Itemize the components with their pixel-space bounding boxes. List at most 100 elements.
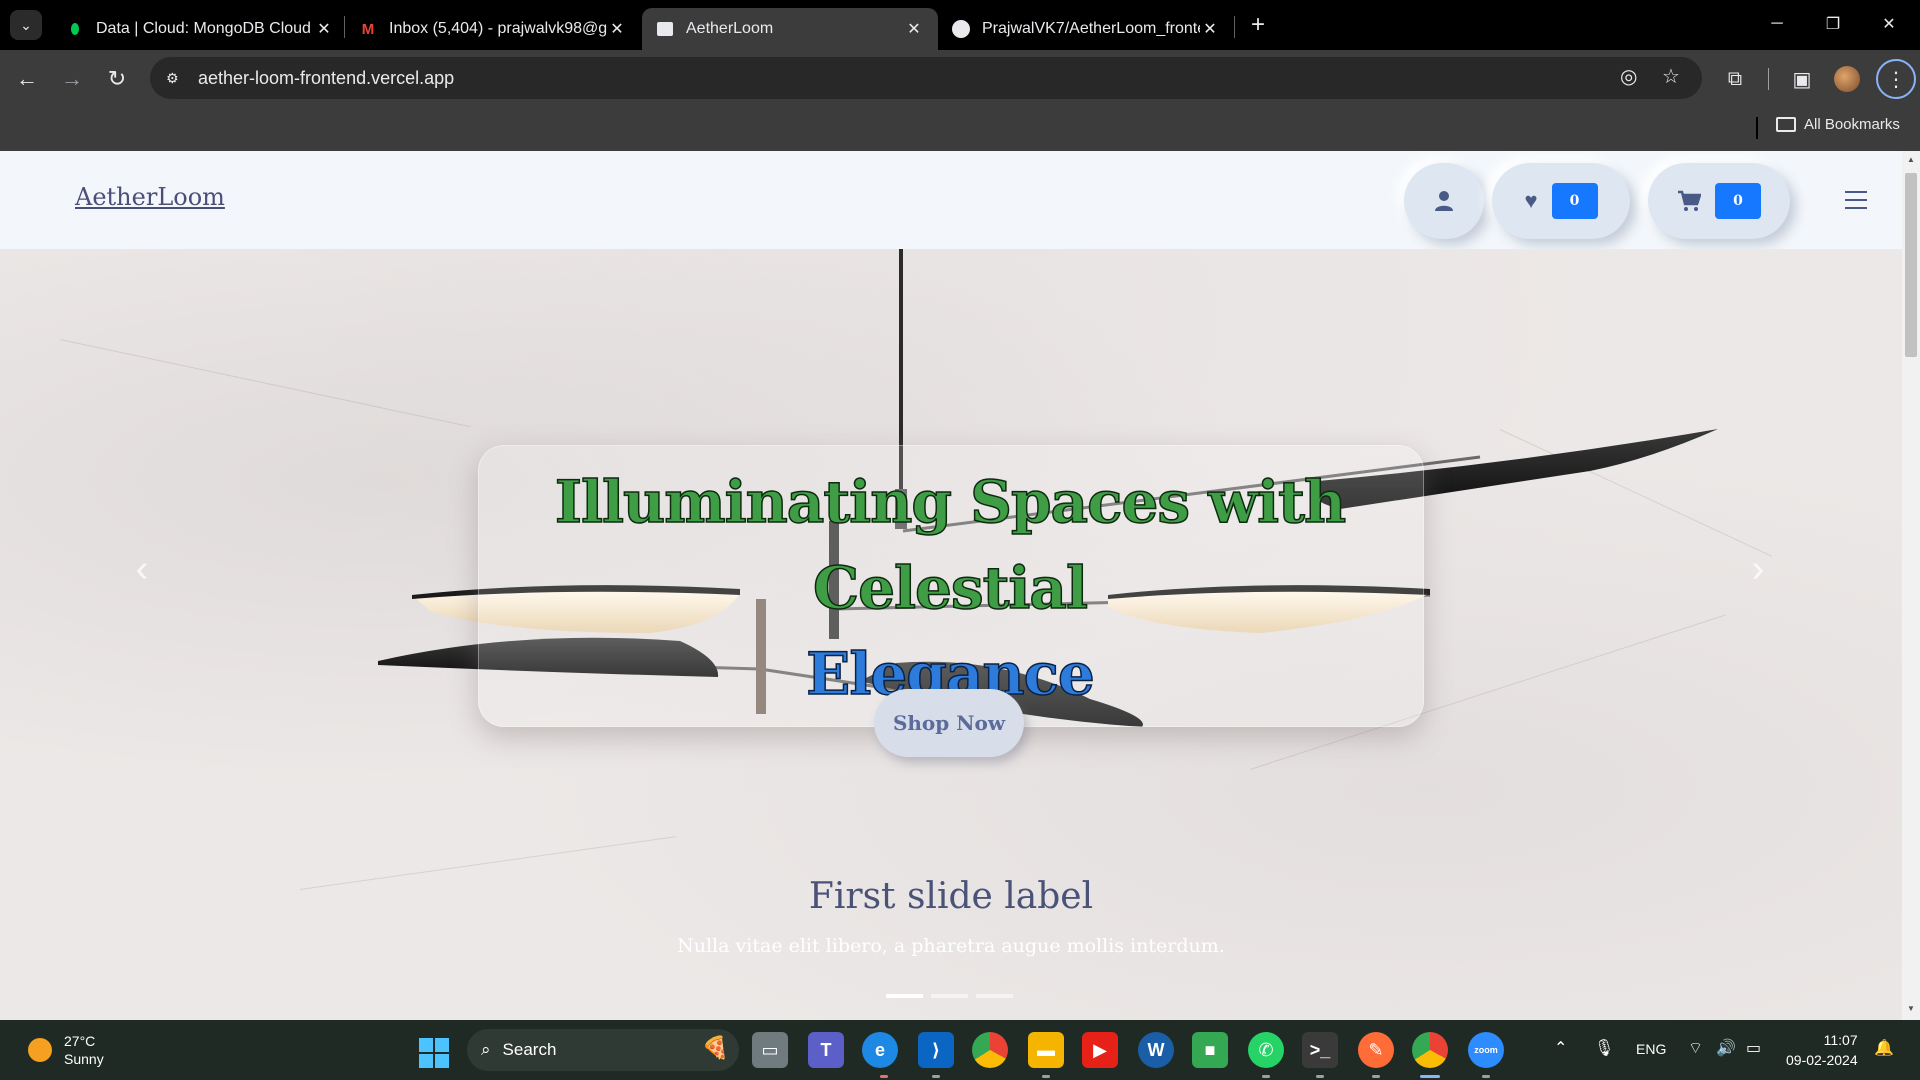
chevron-up-icon[interactable]: ⌃: [1554, 1038, 1567, 1058]
chevron-right-icon: ›: [1751, 547, 1765, 590]
vscode-icon[interactable]: ⟩: [918, 1032, 954, 1068]
eye-slash-icon[interactable]: ◎: [1620, 64, 1637, 89]
forward-button[interactable]: →: [54, 61, 90, 97]
close-icon[interactable]: ✕: [607, 19, 627, 39]
tab-divider: [1234, 16, 1235, 38]
postman-icon[interactable]: ✎: [1358, 1032, 1394, 1068]
carousel-indicators: [886, 994, 1013, 998]
microphone-icon[interactable]: 🎙: [1594, 1038, 1614, 1058]
windows-start-button[interactable]: [419, 1038, 449, 1068]
profile-avatar[interactable]: [1834, 66, 1860, 92]
clock-time: 11:07: [1823, 1032, 1858, 1048]
all-bookmarks-button[interactable]: All Bookmarks: [1776, 116, 1900, 133]
youtube-icon[interactable]: ▶: [1082, 1032, 1118, 1068]
page-scrollbar[interactable]: ▲ ▼: [1902, 151, 1920, 1020]
tab-github[interactable]: PrajwalVK7/AetherLoom_fronte ✕: [938, 8, 1234, 50]
carousel-indicator-3[interactable]: [976, 994, 1013, 998]
reload-icon: ↻: [107, 66, 127, 91]
back-button[interactable]: ←: [9, 61, 45, 97]
whatsapp-icon[interactable]: ✆: [1248, 1032, 1284, 1068]
slide-caption-title: First slide label: [808, 876, 1094, 917]
mongodb-leaf-icon: ⬮: [70, 20, 80, 38]
notification-bell-icon[interactable]: 🔔: [1874, 1038, 1894, 1058]
wifi-icon[interactable]: ⌔: [1688, 1038, 1703, 1058]
close-window-button[interactable]: ✕: [1866, 8, 1912, 40]
brand-logo-link[interactable]: AetherLoom: [75, 183, 225, 211]
tab-search-button[interactable]: ⌄: [10, 10, 42, 40]
language-indicator[interactable]: ENG: [1636, 1041, 1666, 1057]
taskbar-search[interactable]: ⌕ Search 🍕: [467, 1029, 739, 1071]
pizza-icon: 🍕: [701, 1035, 729, 1060]
minimize-icon: ─: [1771, 15, 1783, 32]
cart-count-badge: 0: [1715, 183, 1761, 219]
carousel-next-button[interactable]: ›: [1738, 547, 1778, 590]
edge-icon[interactable]: e: [862, 1032, 898, 1068]
tab-aetherloom[interactable]: AetherLoom ✕: [642, 8, 938, 50]
chevron-left-icon: ‹: [135, 547, 149, 590]
running-indicator: [880, 1075, 888, 1078]
wishlist-button[interactable]: ♥ 0: [1492, 163, 1630, 239]
carousel-prev-button[interactable]: ‹: [122, 547, 162, 590]
bookmark-star-icon[interactable]: ☆: [1662, 64, 1680, 89]
volume-icon[interactable]: 🔊: [1716, 1038, 1736, 1058]
account-button[interactable]: [1404, 163, 1484, 239]
hero-title-line1: Illuminating Spaces with Celestial: [554, 467, 1347, 623]
restore-button[interactable]: ❐: [1810, 8, 1856, 40]
chevron-down-icon: ⌄: [20, 16, 32, 33]
arrow-left-icon: ←: [16, 66, 38, 91]
battery-icon[interactable]: ▭: [1746, 1038, 1761, 1058]
active-indicator: [1420, 1075, 1440, 1078]
wishlist-count-badge: 0: [1551, 183, 1598, 219]
chrome-icon[interactable]: [972, 1032, 1008, 1068]
app-icon[interactable]: W: [1138, 1032, 1174, 1068]
heart-icon: ♥: [1524, 188, 1538, 213]
weather-condition: Sunny: [64, 1051, 104, 1067]
folder-icon: [1776, 117, 1796, 132]
running-indicator: [1482, 1075, 1490, 1078]
tab-title: PrajwalVK7/AetherLoom_fronte: [982, 20, 1200, 37]
side-panel-icon[interactable]: ▣: [1784, 61, 1820, 97]
sun-icon: [28, 1038, 52, 1062]
hamburger-menu-icon[interactable]: [1845, 191, 1867, 209]
close-icon[interactable]: ✕: [314, 19, 334, 39]
teams-icon[interactable]: T: [808, 1032, 844, 1068]
weather-widget[interactable]: 27°C Sunny: [28, 1032, 104, 1068]
url-text: aether-loom-frontend.vercel.app: [198, 67, 455, 88]
reload-button[interactable]: ↻: [99, 61, 135, 97]
file-explorer-icon[interactable]: ▬: [1028, 1032, 1064, 1068]
slide-caption-text: Nulla vitae elit libero, a pharetra augu…: [677, 935, 1225, 957]
cart-button[interactable]: 0: [1648, 163, 1790, 239]
scroll-up-icon[interactable]: ▲: [1902, 155, 1920, 164]
meet-icon[interactable]: ■: [1192, 1032, 1228, 1068]
bookmarks-divider: [1756, 117, 1758, 139]
close-icon[interactable]: ✕: [904, 19, 924, 39]
carousel-indicator-2[interactable]: [931, 994, 968, 998]
search-icon: ⌕: [481, 1040, 491, 1059]
close-icon[interactable]: ✕: [1200, 19, 1220, 39]
page-icon: [656, 20, 674, 38]
terminal-icon[interactable]: >_: [1302, 1032, 1338, 1068]
scroll-down-icon[interactable]: ▼: [1902, 1004, 1920, 1013]
scrollbar-thumb[interactable]: [1905, 173, 1917, 357]
task-view-icon[interactable]: ▭: [752, 1032, 788, 1068]
browser-toolbar: ← → ↻ ⚙ aether-loom-frontend.vercel.app …: [0, 50, 1920, 108]
chrome-profile-icon[interactable]: [1412, 1032, 1448, 1068]
extensions-icon[interactable]: ⧉: [1717, 61, 1753, 97]
shop-now-button[interactable]: Shop Now: [874, 689, 1024, 757]
kebab-menu-icon: ⋮: [1886, 68, 1906, 91]
address-bar[interactable]: ⚙ aether-loom-frontend.vercel.app: [150, 57, 1702, 99]
tab-gmail[interactable]: M Inbox (5,404) - prajwalvk98@gm ✕: [345, 8, 641, 50]
restore-icon: ❐: [1825, 16, 1841, 33]
browser-menu-button[interactable]: ⋮: [1876, 59, 1916, 99]
browser-tabstrip: ⌄ ⬮ Data | Cloud: MongoDB Cloud ✕ M Inbo…: [0, 0, 1920, 50]
minimize-button[interactable]: ─: [1754, 8, 1800, 40]
tab-mongodb[interactable]: ⬮ Data | Cloud: MongoDB Cloud ✕: [52, 8, 348, 50]
carousel-indicator-1[interactable]: [886, 994, 923, 998]
arrow-right-icon: →: [61, 66, 83, 91]
taskbar-clock[interactable]: 11:07 09-02-2024: [1786, 1030, 1858, 1070]
zoom-icon[interactable]: zoom: [1468, 1032, 1504, 1068]
site-info-icon[interactable]: ⚙: [166, 70, 186, 87]
new-tab-button[interactable]: +: [1243, 10, 1273, 40]
page-viewport: AetherLoom ♥ 0 0 ‹ › Illuminating Spaces…: [0, 151, 1920, 1020]
running-indicator: [1372, 1075, 1380, 1078]
